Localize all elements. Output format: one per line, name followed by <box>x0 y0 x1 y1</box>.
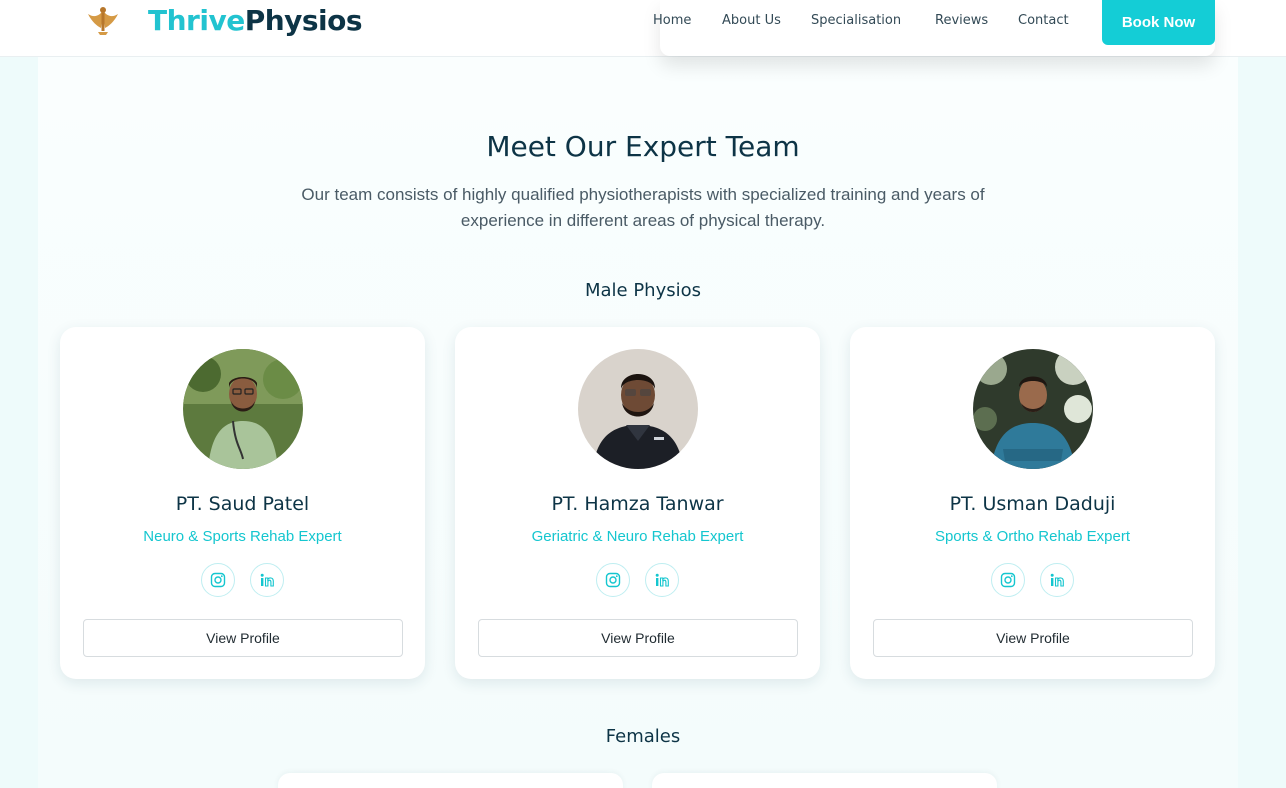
nav-about-us[interactable]: About Us <box>722 13 781 28</box>
female-card-partial <box>652 773 997 788</box>
avatar <box>578 349 698 469</box>
nav-reviews[interactable]: Reviews <box>935 13 988 28</box>
instagram-icon <box>605 572 621 588</box>
section-subtitle: Our team consists of highly qualified ph… <box>300 182 986 234</box>
brand-name[interactable]: ThrivePhysios <box>148 4 363 37</box>
view-profile-button[interactable]: View Profile <box>873 619 1193 657</box>
team-card: PT. Hamza Tanwar Geriatric & Neuro Rehab… <box>455 327 820 679</box>
book-now-button[interactable]: Book Now <box>1102 0 1215 45</box>
linkedin-icon <box>260 573 274 587</box>
linkedin-link[interactable] <box>645 563 679 597</box>
linkedin-link[interactable] <box>250 563 284 597</box>
instagram-icon <box>1000 572 1016 588</box>
member-name: PT. Saud Patel <box>175 493 310 515</box>
nav-contact[interactable]: Contact <box>1018 13 1069 28</box>
nav-specialisation[interactable]: Specialisation <box>811 13 901 28</box>
instagram-link[interactable] <box>991 563 1025 597</box>
linkedin-icon <box>1050 573 1064 587</box>
view-profile-button[interactable]: View Profile <box>478 619 798 657</box>
brand-part-2: Physios <box>244 4 363 37</box>
site-header: ThrivePhysios Home About Us Specialisati… <box>0 0 1286 57</box>
females-heading: Females <box>605 726 681 747</box>
instagram-link[interactable] <box>201 563 235 597</box>
female-card-partial <box>278 773 623 788</box>
brand-part-1: Thrive <box>148 4 245 37</box>
team-card: PT. Usman Daduji Sports & Ortho Rehab Ex… <box>850 327 1215 679</box>
team-card: PT. Saud Patel Neuro & Sports Rehab Expe… <box>60 327 425 679</box>
member-name: PT. Usman Daduji <box>949 493 1116 515</box>
subtitle-line-1: Our team consists of highly qualified ph… <box>301 185 985 204</box>
view-profile-button[interactable]: View Profile <box>83 619 403 657</box>
instagram-icon <box>210 572 226 588</box>
member-role: Neuro & Sports Rehab Expert <box>143 528 342 545</box>
linkedin-icon <box>655 573 669 587</box>
nav-home[interactable]: Home <box>653 13 691 28</box>
avatar <box>183 349 303 469</box>
logo-icon[interactable] <box>84 4 122 36</box>
member-role: Sports & Ortho Rehab Expert <box>934 528 1131 545</box>
male-physios-heading: Male Physios <box>584 280 702 301</box>
instagram-link[interactable] <box>596 563 630 597</box>
section-title: Meet Our Expert Team <box>486 130 800 163</box>
avatar <box>973 349 1093 469</box>
member-name: PT. Hamza Tanwar <box>551 493 724 515</box>
member-role: Geriatric & Neuro Rehab Expert <box>531 528 744 545</box>
subtitle-line-2: experience in different areas of physica… <box>460 211 826 230</box>
linkedin-link[interactable] <box>1040 563 1074 597</box>
